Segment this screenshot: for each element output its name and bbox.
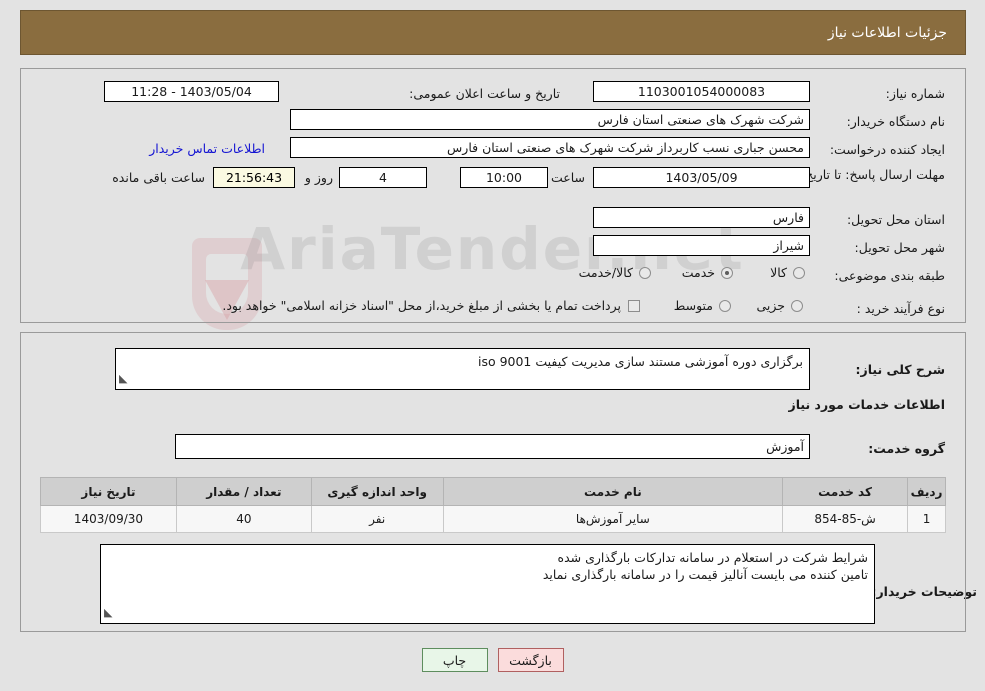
col-quantity: تعداد / مقدار xyxy=(175,477,312,506)
cell-need-date: 1403/09/30 xyxy=(40,505,177,533)
col-index: ردیف xyxy=(907,477,946,506)
col-service-code: کد خدمت xyxy=(782,477,909,506)
cell-unit: نفر xyxy=(310,505,444,533)
table-header-row: ردیف کد خدمت نام خدمت واحد اندازه گیری ت… xyxy=(40,477,946,506)
cell-service-name: سایر آموزش‌ها xyxy=(442,505,784,533)
services-table: ردیف کد خدمت نام خدمت واحد اندازه گیری ت… xyxy=(40,477,946,533)
print-button[interactable]: چاپ xyxy=(421,648,488,672)
col-service-name: نام خدمت xyxy=(442,477,784,506)
col-need-date: تاریخ نیاز xyxy=(40,477,177,506)
cell-quantity: 40 xyxy=(175,505,312,533)
action-buttons: بازگشت چاپ xyxy=(0,648,985,672)
cell-service-code: ش-85-854 xyxy=(782,505,909,533)
need-info-panel xyxy=(20,68,966,323)
cell-index: 1 xyxy=(907,505,946,533)
page-root: AriaTender.net جزئیات اطلاعات نیاز شماره… xyxy=(0,0,985,691)
table-row[interactable]: 1 ش-85-854 سایر آموزش‌ها نفر 40 1403/09/… xyxy=(40,505,946,533)
col-unit: واحد اندازه گیری xyxy=(310,477,444,506)
page-title-text: جزئیات اطلاعات نیاز xyxy=(827,24,947,41)
back-button[interactable]: بازگشت xyxy=(497,648,564,672)
page-title: جزئیات اطلاعات نیاز xyxy=(20,10,966,55)
